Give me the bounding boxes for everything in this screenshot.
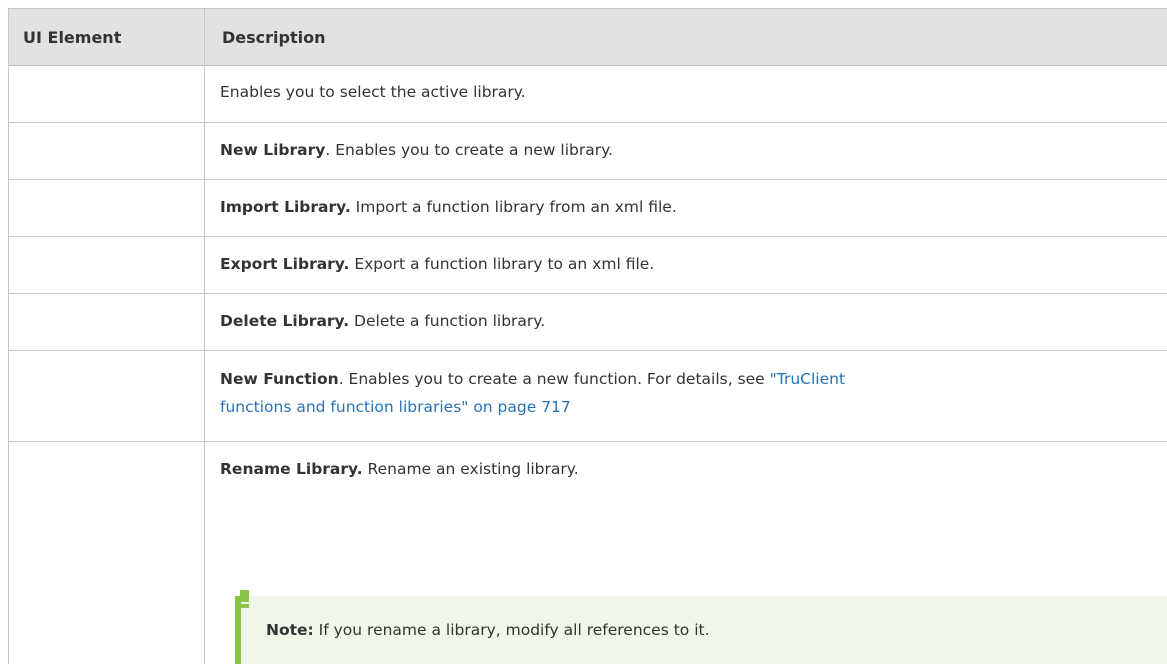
row-text: . Enables you to create a new library. [325,141,613,159]
note-exclamation-icon [240,590,249,608]
row-term: Delete Library. [220,312,350,330]
row-description: New Library. Enables you to create a new… [220,136,1148,164]
row-description: Import Library. Import a function librar… [220,193,1148,221]
row-term: Export Library. [220,255,350,273]
table-header: UI Element Description [9,8,1167,66]
ui-element-table: UI Element Description Enables you to se… [8,8,1167,664]
row-description: Export Library. Export a function librar… [220,250,1148,278]
cross-reference-link-continued[interactable]: functions and function libraries" on pag… [220,398,571,416]
row-text: Export a function library to an xml file… [349,255,655,273]
row-term: New Library [220,141,326,159]
row-text: . Enables you to create a new function. … [338,370,770,388]
note-body: Note: If you rename a library, modify al… [266,616,710,644]
table-row: New Function. Enables you to create a ne… [9,351,1167,442]
note-callout: Note: If you rename a library, modify al… [235,596,1167,664]
column-header-ui-element: UI Element [23,28,122,47]
table-row: Enables you to select the active library… [9,66,1167,123]
row-text: Delete a function library. [349,312,546,330]
row-term: New Function [220,370,339,388]
row-text: Rename an existing library. [362,460,579,478]
row-description: Enables you to select the active library… [220,78,1148,106]
cross-reference-link[interactable]: "TruClient [770,370,845,388]
row-term: Import Library. [220,198,351,216]
row-description: Delete Library. Delete a function librar… [220,307,1148,335]
note-label: Note: [266,621,314,639]
row-description: Rename Library. Rename an existing libra… [220,455,1148,483]
row-text: Import a function library from an xml fi… [350,198,677,216]
row-term: Rename Library. [220,460,363,478]
table-row: Delete Library. Delete a function librar… [9,294,1167,351]
note-text: If you rename a library, modify all refe… [313,621,710,639]
table-row: New Library. Enables you to create a new… [9,123,1167,180]
table-row: Import Library. Import a function librar… [9,180,1167,237]
row-text: Enables you to select the active library… [220,83,526,101]
row-description: New Function. Enables you to create a ne… [220,365,1148,421]
column-header-description: Description [222,28,326,47]
table-row: Export Library. Export a function librar… [9,237,1167,294]
